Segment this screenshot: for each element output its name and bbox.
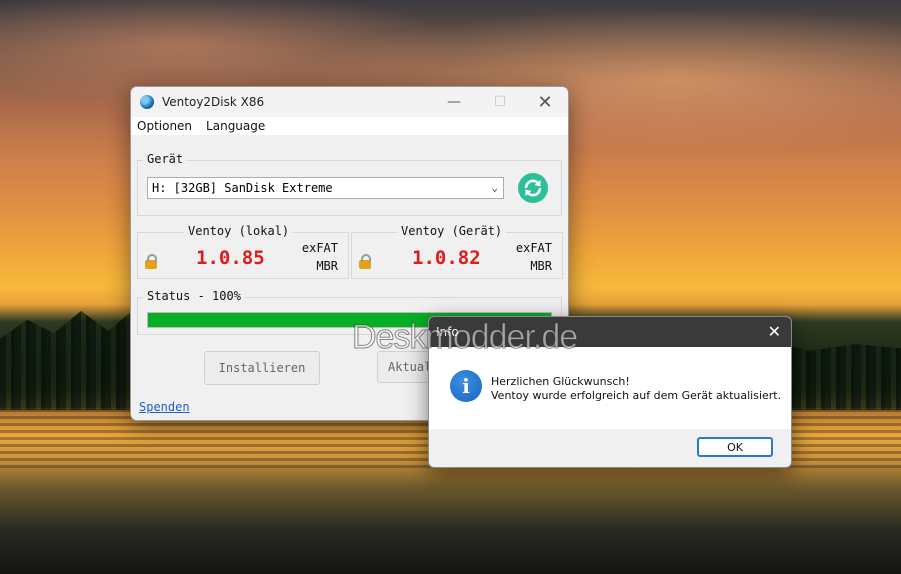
- device-filesystem: exFAT: [515, 241, 552, 255]
- window-titlebar[interactable]: Ventoy2Disk X86 — ☐ ✕: [131, 87, 568, 117]
- device-group-label: Gerät: [143, 152, 188, 166]
- status-label: Status - 100%: [143, 289, 245, 303]
- menu-options[interactable]: Optionen: [137, 119, 192, 133]
- lock-icon: [359, 254, 371, 269]
- refresh-button[interactable]: [518, 173, 548, 203]
- dialog-title: Info: [436, 325, 459, 339]
- close-icon: ✕: [537, 91, 553, 113]
- close-button[interactable]: ✕: [522, 87, 568, 117]
- device-group: Gerät H: [32GB] SanDisk Extreme ⌄: [137, 152, 562, 216]
- maximize-button[interactable]: ☐: [477, 87, 523, 117]
- donate-link[interactable]: Spenden: [139, 400, 190, 414]
- device-version-label: Ventoy (Gerät): [397, 224, 507, 238]
- dialog-close-button[interactable]: ✕: [768, 322, 781, 341]
- lock-icon: [145, 254, 157, 269]
- update-button-label: Aktual: [388, 360, 432, 374]
- menu-bar: Optionen Language: [131, 117, 568, 135]
- device-dropdown-value: H: [32GB] SanDisk Extreme: [152, 181, 333, 195]
- device-version-group: Ventoy (Gerät) 1.0.82 exFAT MBR: [351, 224, 563, 279]
- window-title: Ventoy2Disk X86: [162, 95, 265, 109]
- device-partition-style: MBR: [530, 259, 552, 273]
- minimize-icon: —: [447, 94, 461, 110]
- install-button[interactable]: Installieren: [204, 351, 320, 385]
- chevron-down-icon: ⌄: [491, 181, 498, 194]
- info-icon: i: [450, 370, 482, 402]
- local-version-label: Ventoy (lokal): [184, 224, 294, 238]
- maximize-icon: ☐: [493, 94, 507, 110]
- info-dialog: Info ✕ i Herzlichen Glückwunsch! Ventoy …: [428, 316, 792, 468]
- local-partition-style: MBR: [316, 259, 338, 273]
- device-version-value: 1.0.82: [412, 247, 481, 269]
- local-version-group: Ventoy (lokal) 1.0.85 exFAT MBR: [137, 224, 349, 279]
- install-button-label: Installieren: [218, 361, 306, 375]
- dialog-titlebar[interactable]: Info ✕: [429, 317, 791, 347]
- device-dropdown[interactable]: H: [32GB] SanDisk Extreme ⌄: [147, 177, 504, 199]
- ok-button-label: OK: [727, 440, 743, 454]
- minimize-button[interactable]: —: [431, 87, 477, 117]
- ok-button[interactable]: OK: [697, 437, 773, 457]
- dialog-message-line1: Herzlichen Glückwunsch!: [491, 375, 630, 388]
- dialog-body: i Herzlichen Glückwunsch! Ventoy wurde e…: [429, 347, 791, 429]
- local-filesystem: exFAT: [301, 241, 338, 255]
- dialog-message-line2: Ventoy wurde erfolgreich auf dem Gerät a…: [491, 389, 782, 402]
- refresh-icon: [524, 179, 542, 197]
- ventoy-app-icon: [140, 95, 154, 109]
- local-version-value: 1.0.85: [196, 247, 265, 269]
- menu-language[interactable]: Language: [206, 119, 265, 133]
